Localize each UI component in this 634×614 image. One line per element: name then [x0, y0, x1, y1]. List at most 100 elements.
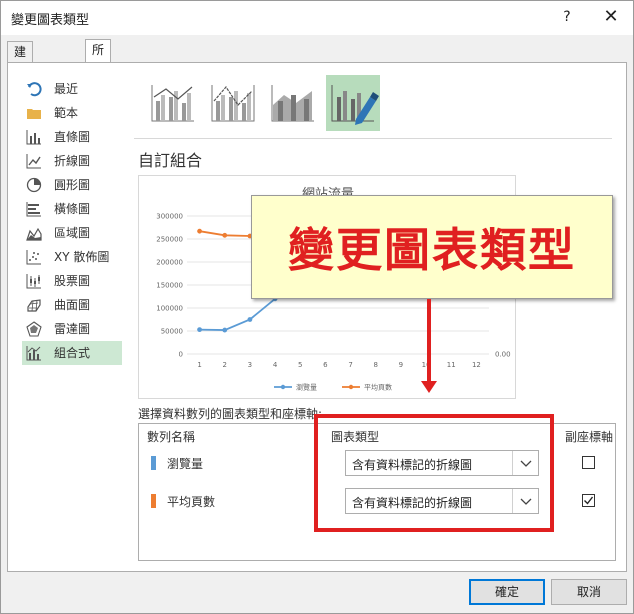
sidebar-item-column[interactable]: 直條圖 — [22, 125, 122, 149]
sidebar-item-area[interactable]: 區域圖 — [22, 221, 122, 245]
sidebar-item-label: 橫條圖 — [54, 202, 91, 216]
sidebar-item-label: 曲面圖 — [54, 298, 91, 312]
legend-marker — [280, 384, 286, 390]
x-tick-label: 6 — [323, 361, 328, 369]
tab-all-charts[interactable]: 所有圖表 — [85, 39, 112, 117]
y-tick-label: 300000 — [156, 213, 183, 221]
x-tick-label: 12 — [472, 361, 481, 369]
sidebar-item-label: 股票圖 — [54, 274, 91, 288]
y-tick-label: 0 — [179, 351, 183, 359]
series-color-swatch — [151, 494, 156, 508]
tab-recommended-charts[interactable]: 建議的圖表 — [7, 41, 34, 139]
callout-text: 變更圖表類型 — [288, 223, 576, 277]
line-chart-icon — [26, 154, 41, 169]
recent-icon — [27, 82, 42, 97]
sidebar-item-stock[interactable]: 股票圖 — [22, 269, 122, 293]
combo-area-column-icon — [271, 85, 314, 122]
legend-entry: 瀏覽量 — [296, 383, 317, 392]
x-tick-label: 8 — [374, 361, 378, 369]
chart-category-list: 最近 範本 直條圖 折線圖 圓形圖 橫條圖 區域圖 XY 散佈圖 股票圖 曲面圖… — [22, 77, 122, 365]
combo-column-line-secondary-icon — [211, 85, 255, 122]
ok-button[interactable]: 確定 — [469, 579, 545, 605]
close-button[interactable]: ✕ — [599, 5, 623, 29]
checkmark-icon — [584, 496, 594, 505]
series-name: 瀏覽量 — [167, 457, 204, 471]
sidebar-item-label: 組合式 — [54, 346, 91, 360]
sidebar-item-label: 圓形圖 — [54, 178, 91, 192]
y2-tick-label: 0.00 — [495, 351, 511, 359]
sidebar-item-recent[interactable]: 最近 — [22, 77, 122, 101]
y-tick-label: 250000 — [156, 236, 183, 244]
sidebar-item-label: XY 散佈圖 — [54, 250, 110, 264]
cancel-button[interactable]: 取消 — [551, 579, 627, 605]
data-point — [197, 327, 202, 333]
stock-chart-icon — [26, 274, 41, 289]
sidebar-item-label: 區域圖 — [54, 226, 91, 240]
callout-arrow-shaft — [427, 299, 431, 385]
sidebar-item-label: 最近 — [54, 82, 79, 96]
y-tick-label: 150000 — [156, 282, 183, 290]
x-tick-label: 11 — [447, 361, 456, 369]
area-chart-icon — [26, 227, 42, 241]
y-tick-label: 100000 — [156, 305, 183, 313]
data-point — [247, 317, 253, 322]
sidebar-item-bar[interactable]: 橫條圖 — [22, 197, 122, 221]
folder-icon — [27, 109, 41, 119]
column-header-secondary-axis: 副座標軸 — [565, 430, 614, 444]
radar-chart-icon — [26, 321, 42, 337]
series-name: 平均頁數 — [167, 495, 216, 509]
y-tick-label: 200000 — [156, 259, 183, 267]
data-point — [222, 232, 228, 238]
x-tick-label: 2 — [223, 361, 227, 369]
combo-column-line-secondary-thumb[interactable] — [206, 75, 260, 131]
secondary-axis-checkbox[interactable] — [582, 456, 595, 469]
sidebar-item-label: 雷達圖 — [54, 322, 91, 336]
legend-marker — [348, 384, 354, 390]
sidebar-item-line[interactable]: 折線圖 — [22, 149, 122, 173]
x-tick-label: 9 — [399, 361, 403, 369]
combo-custom-pencil-icon — [331, 85, 379, 125]
title-bar: 變更圖表類型 ? ✕ — [1, 1, 633, 35]
series-prompt-label: 選擇資料數列的圖表類型和座標軸: — [138, 407, 323, 421]
sidebar-item-scatter[interactable]: XY 散佈圖 — [22, 245, 122, 269]
sidebar-item-label: 直條圖 — [54, 130, 91, 144]
combo-chart-icon — [26, 346, 41, 361]
x-tick-label: 1 — [197, 361, 201, 369]
data-point — [197, 228, 202, 234]
sidebar-item-pie[interactable]: 圓形圖 — [22, 173, 122, 197]
sidebar-item-combo[interactable]: 組合式 — [22, 341, 122, 365]
x-tick-label: 4 — [273, 361, 278, 369]
series-color-swatch — [151, 456, 156, 470]
surface-chart-icon — [27, 299, 41, 312]
combo-custom-thumb[interactable] — [326, 75, 380, 131]
highlight-box — [314, 414, 554, 532]
bar-chart-icon — [26, 202, 41, 217]
y-tick-label: 50000 — [161, 328, 183, 336]
scatter-chart-icon — [26, 250, 41, 265]
dialog-title: 變更圖表類型 — [11, 13, 90, 28]
combo-clustered-column-line-thumb[interactable] — [146, 75, 200, 131]
combo-area-column-thumb[interactable] — [266, 75, 320, 131]
sidebar-item-label: 範本 — [54, 106, 79, 120]
x-tick-label: 7 — [348, 361, 352, 369]
callout-annotation: 變更圖表類型 — [251, 195, 613, 299]
gallery-divider — [134, 138, 612, 139]
callout-arrow-head — [421, 381, 437, 393]
column-header-series-name: 數列名稱 — [147, 430, 196, 444]
x-tick-label: 3 — [248, 361, 252, 369]
sidebar-item-templates[interactable]: 範本 — [22, 101, 122, 125]
pie-chart-icon — [26, 177, 42, 193]
sidebar-item-surface[interactable]: 曲面圖 — [22, 293, 122, 317]
secondary-axis-checkbox[interactable] — [582, 494, 595, 507]
sidebar-item-label: 折線圖 — [54, 154, 91, 168]
legend-entry: 平均頁數 — [364, 383, 392, 392]
change-chart-type-dialog: 變更圖表類型 ? ✕ 建議的圖表 所有圖表 最近 範本 直條圖 折線圖 — [0, 0, 634, 614]
section-title: 自訂組合 — [138, 151, 203, 170]
sidebar-item-radar[interactable]: 雷達圖 — [22, 317, 122, 341]
x-tick-label: 5 — [298, 361, 302, 369]
help-button[interactable]: ? — [557, 7, 577, 27]
data-point — [222, 327, 228, 333]
combo-column-line-icon — [151, 85, 194, 122]
column-chart-icon — [26, 130, 41, 145]
combo-subtype-gallery — [134, 75, 614, 135]
